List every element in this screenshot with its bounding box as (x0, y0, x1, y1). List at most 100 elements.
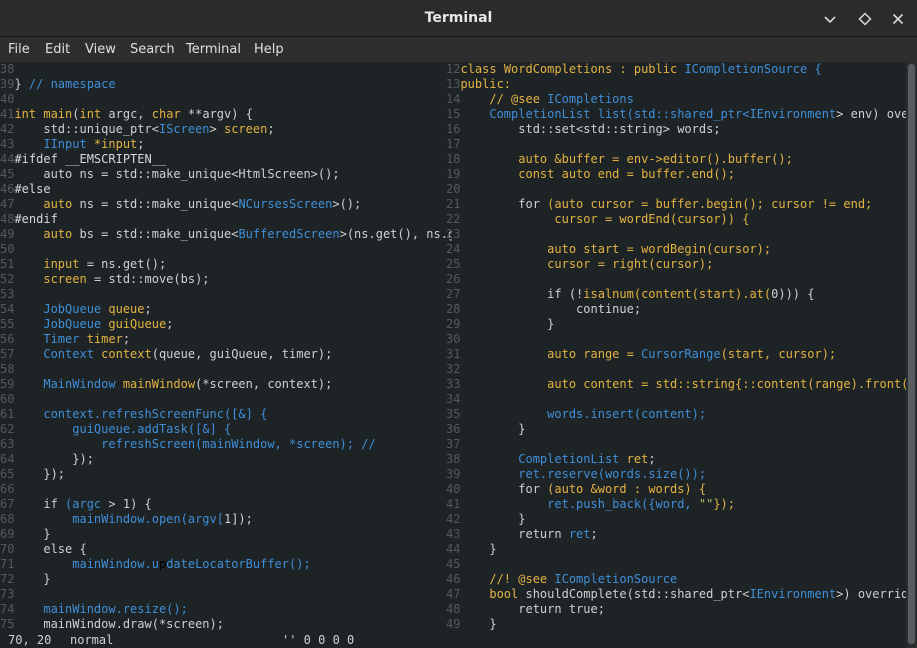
code-line[interactable]: 67 if (argc > 1) { (0, 497, 152, 512)
code-line[interactable]: 28 continue; (446, 302, 641, 317)
code-line[interactable]: 48#endif (0, 212, 58, 227)
code-line[interactable]: 22 cursor = wordEnd(cursor)) { (446, 212, 749, 227)
code-line[interactable]: 57 Context context(queue, guiQueue, time… (0, 347, 332, 362)
code-line[interactable]: 68 mainWindow.open(argv[1]); (0, 512, 253, 527)
code-line[interactable]: 30 (446, 332, 460, 347)
scrollbar-thumb[interactable] (908, 64, 915, 644)
code-line[interactable]: 42 std::unique_ptr<IScreen> screen; (0, 122, 275, 137)
code-line[interactable]: 39 ret.reserve(words.size()); (446, 467, 706, 482)
code-line[interactable]: 13public: (446, 77, 511, 92)
code-line[interactable]: 52 screen = std::move(bs); (0, 272, 210, 287)
code-line[interactable]: 47 bool shouldComplete(std::shared_ptr<I… (446, 587, 906, 602)
code-line[interactable]: 35 words.insert(content); (446, 407, 706, 422)
code-line[interactable]: 43 return ret; (446, 527, 598, 542)
maximize-icon[interactable] (856, 10, 874, 28)
code-line[interactable]: 56 Timer timer; (0, 332, 130, 347)
code-line[interactable]: 23 (446, 227, 460, 242)
line-number: 40 (0, 92, 15, 106)
code-line[interactable]: 58 (0, 362, 14, 377)
code-line[interactable]: 17 (446, 137, 460, 152)
code-line[interactable]: 44#ifdef __EMSCRIPTEN__ (0, 152, 166, 167)
code-token: ret.push_back({word, (460, 497, 699, 511)
code-line[interactable]: 49 auto bs = std::make_unique<BufferedSc… (0, 227, 452, 242)
code-line[interactable]: 20 (446, 182, 460, 197)
code-line[interactable]: 46#else (0, 182, 51, 197)
code-line[interactable]: 14 // @see ICompletions (446, 92, 634, 107)
code-line[interactable]: 60 (0, 392, 14, 407)
close-icon[interactable] (889, 10, 907, 28)
code-line[interactable]: 19 const auto end = buffer.end(); (446, 167, 735, 182)
code-token: CompletionList (460, 452, 627, 466)
code-line[interactable]: 21 for (auto cursor = buffer.begin(); cu… (446, 197, 872, 212)
code-token: input (14, 257, 87, 271)
code-line[interactable]: 39} // namespace (0, 77, 116, 92)
code-line[interactable]: 27 if (!isalnum(content(start).at(0))) { (446, 287, 814, 302)
code-line[interactable]: 70 else { (0, 542, 87, 557)
code-line[interactable]: 16 std::set<std::string> words; (446, 122, 721, 137)
code-line[interactable]: 59 MainWindow mainWindow(*screen, contex… (0, 377, 332, 392)
code-line[interactable]: 51 input = ns.get(); (0, 257, 166, 272)
code-line[interactable]: 34 (446, 392, 460, 407)
code-line[interactable]: 40 for (auto &word : words) { (446, 482, 706, 497)
minimize-icon[interactable] (821, 10, 839, 28)
code-line[interactable]: 33 auto content = std::string{::content(… (446, 377, 906, 392)
code-line[interactable]: 37 (446, 437, 460, 452)
menu-help[interactable]: Help (254, 37, 284, 62)
code-line[interactable]: 41int main(int argc, char **argv) { (0, 107, 253, 122)
code-line[interactable]: 32 (446, 362, 460, 377)
code-line[interactable]: 66 (0, 482, 14, 497)
menu-file[interactable]: File (8, 37, 30, 62)
code-line[interactable]: 31 auto range = CursorRange(start, curso… (446, 347, 836, 362)
code-line[interactable]: 18 auto &buffer = env->editor().buffer()… (446, 152, 793, 167)
code-line[interactable]: 24 auto start = wordBegin(cursor); (446, 242, 771, 257)
code-line[interactable]: 54 JobQueue queue; (0, 302, 152, 317)
code-line[interactable]: 15 CompletionList list(std::shared_ptr<I… (446, 107, 906, 122)
scrollbar[interactable] (906, 62, 917, 648)
code-line[interactable]: 65 }); (0, 467, 65, 482)
line-number: 28 (446, 302, 461, 316)
code-line[interactable]: 38 CompletionList ret; (446, 452, 656, 467)
code-line[interactable]: 72 } (0, 572, 51, 587)
menu-edit[interactable]: Edit (45, 37, 70, 62)
editor-pane-left[interactable]: 38 39} // namespace 40 41int main(int argc,… (0, 62, 452, 632)
code-line[interactable]: 43 IInput *input; (0, 137, 145, 152)
code-line[interactable]: 53 (0, 287, 14, 302)
code-line[interactable]: 44 } (446, 542, 497, 557)
menu-terminal[interactable]: Terminal (186, 37, 241, 62)
code-line[interactable]: 26 (446, 272, 460, 287)
code-token: (! (568, 287, 584, 301)
code-line[interactable]: 63 refreshScreen(mainWindow, *screen); /… (0, 437, 376, 452)
code-line[interactable]: 73 (0, 587, 14, 602)
code-line[interactable]: 74 mainWindow.resize(); (0, 602, 188, 617)
menu-search[interactable]: Search (130, 37, 175, 62)
code-line[interactable]: 71 mainWindow.updateLocatorBuffer(); (0, 557, 311, 572)
line-number: 41 (0, 107, 15, 121)
window-titlebar[interactable]: Terminal (0, 0, 917, 37)
editor-pane-right[interactable]: 12class WordCompletions : public IComple… (446, 62, 906, 632)
code-line[interactable]: 42 } (446, 512, 525, 527)
code-token: continue; (460, 302, 642, 316)
code-line[interactable]: 55 JobQueue guiQueue; (0, 317, 173, 332)
code-line[interactable]: 29 } (446, 317, 554, 332)
code-line[interactable]: 46 //! @see ICompletionSource (446, 572, 677, 587)
code-line[interactable]: 75 mainWindow.draw(*screen); (0, 617, 224, 632)
code-line[interactable]: 69 } (0, 527, 51, 542)
code-line[interactable]: 64 }); (0, 452, 94, 467)
code-line[interactable]: 38 (0, 62, 14, 77)
code-line[interactable]: 61 context.refreshScreenFunc([&] { (0, 407, 267, 422)
line-number: 66 (0, 482, 15, 496)
code-line[interactable]: 45 auto ns = std::make_unique<HtmlScreen… (0, 167, 340, 182)
code-line[interactable]: 40 (0, 92, 14, 107)
code-line[interactable]: 45 (446, 557, 460, 572)
code-line[interactable]: 47 auto ns = std::make_unique<NCursesScr… (0, 197, 361, 212)
code-line[interactable]: 49 } (446, 617, 497, 632)
code-line[interactable]: 36 } (446, 422, 525, 437)
code-line[interactable]: 25 cursor = right(cursor); (446, 257, 713, 272)
code-line[interactable]: 48 return true; (446, 602, 605, 617)
menu-view[interactable]: View (85, 37, 116, 62)
code-line[interactable]: 62 guiQueue.addTask([&] { (0, 422, 231, 437)
code-line[interactable]: 41 ret.push_back({word, ""}); (446, 497, 735, 512)
terminal-area[interactable]: 38 39} // namespace 40 41int main(int argc,… (0, 62, 906, 648)
code-line[interactable]: 50 (0, 242, 14, 257)
code-line[interactable]: 12class WordCompletions : public IComple… (446, 62, 822, 77)
